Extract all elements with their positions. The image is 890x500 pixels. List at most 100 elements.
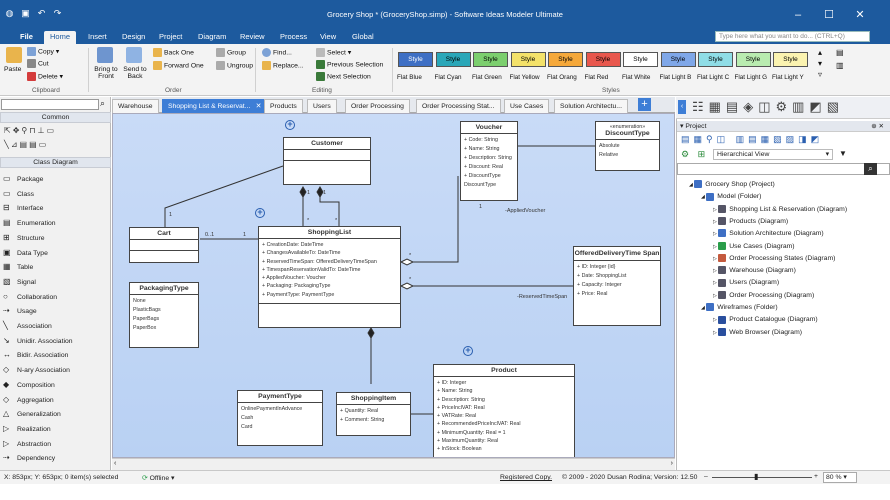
toolbox-item[interactable]: ◇ N-ary Association (3, 363, 70, 376)
class-customer[interactable]: Customer (283, 137, 371, 185)
add-element-icon[interactable]: + (463, 346, 473, 356)
toolbox-item[interactable]: ▤ Enumeration (3, 216, 56, 229)
registered-link[interactable]: Registered Copy. (500, 474, 552, 481)
delete-button[interactable]: Delete ▾ (27, 72, 63, 81)
replace-button[interactable]: Replace... (262, 61, 304, 70)
toolbox-item[interactable]: ▭ Class (3, 187, 34, 200)
toolbox-search-input[interactable] (1, 99, 99, 110)
menu-home[interactable]: Home (44, 31, 77, 44)
diagram-canvas[interactable]: + + + Customer Cart Voucher + Code: Stri… (112, 113, 675, 458)
project-toolbar[interactable]: ▤▦⚲◫ ▥▤▦▧▨◨◩ (681, 134, 823, 145)
filter-icon[interactable]: ▼ (839, 149, 847, 158)
gallery-up-icon[interactable]: ▴ (818, 48, 822, 57)
tab-shopping-list[interactable]: Shopping List & Reservat... ✕ (162, 99, 266, 113)
toolbox-item[interactable]: ◇ Aggregation (3, 393, 54, 406)
offline-indicator[interactable]: ⟳ Offline ▾ (142, 474, 174, 482)
toolbox-item[interactable]: ↔ Bidir. Association (3, 348, 68, 361)
class-voucher[interactable]: Voucher + Code: String + Name: String + De… (460, 121, 518, 201)
copy-button[interactable]: Copy ▾ (27, 47, 59, 56)
class-paymenttype[interactable]: PaymentType OnlinePaymentInAdvance Cash Ca… (237, 390, 323, 446)
search-icon[interactable]: ⌕ (864, 163, 877, 175)
toolbox-class-header[interactable]: Class Diagram (0, 157, 111, 168)
zoom-select[interactable]: 80 % ▾ (823, 472, 857, 483)
cut-button[interactable]: Cut (27, 59, 49, 68)
style-swatch[interactable]: Style (548, 52, 583, 67)
menu-view[interactable]: View (314, 31, 342, 44)
tab-warehouse[interactable]: Warehouse (112, 99, 159, 113)
menu-diagram[interactable]: Diagram (192, 31, 232, 44)
tab-use-cases[interactable]: Use Cases (504, 99, 550, 113)
select-button[interactable]: Select ▾ (316, 48, 351, 57)
tab-solution-architecture[interactable]: Solution Architectu... (554, 99, 628, 113)
class-discounttype[interactable]: «enumeration» DiscountType Absolute Relati… (595, 121, 660, 171)
panel-pin-icon[interactable]: ⊕ ✕ (871, 122, 884, 130)
scroll-left-icon[interactable]: ‹ (114, 460, 116, 467)
toolbox-item[interactable]: ▷ Realization (3, 422, 51, 435)
project-search-input[interactable] (677, 163, 890, 175)
panel-switch-icons[interactable]: ☷▦▤◈◫⚙▥◩▧ (692, 99, 844, 115)
tree-node[interactable]: ▷ Warehouse (Diagram) (713, 265, 796, 276)
add-element-icon[interactable]: + (255, 208, 265, 218)
toolbox-item[interactable]: ⊟ Interface (3, 201, 43, 214)
toolbox-item[interactable]: ↘ Unidir. Association (3, 334, 73, 347)
scroll-right-icon[interactable]: › (671, 460, 673, 467)
horizontal-scrollbar[interactable]: ‹ › (112, 458, 675, 470)
style-swatch[interactable]: Style (773, 52, 808, 67)
toolbox-item[interactable]: ⇢ Usage (3, 304, 37, 317)
style-manager-icon[interactable]: ▥ (836, 61, 844, 70)
zoom-out-icon[interactable]: – (704, 473, 708, 480)
menu-project[interactable]: Project (153, 31, 188, 44)
add-tab-icon[interactable]: + (638, 98, 651, 111)
common-tools-row[interactable]: ╲⊿▤▤▭ (4, 140, 48, 149)
maximize-icon[interactable]: ☐ (815, 6, 843, 24)
toolbox-item[interactable]: ○ Collaboration (3, 290, 57, 303)
zoom-in-icon[interactable]: + (814, 473, 818, 480)
group-button[interactable]: Group (216, 48, 246, 57)
tree-node[interactable]: ◢ Model (Folder) (701, 191, 761, 202)
menu-design[interactable]: Design (116, 31, 151, 44)
tree-node[interactable]: ▷ Order Processing States (Diagram) (713, 253, 835, 264)
common-tools-row[interactable]: ⇱✥⚲⊓⊥▭ (4, 126, 56, 135)
tree-node[interactable]: ▷ Solution Architecture (Diagram) (713, 228, 824, 239)
next-selection-button[interactable]: Next Selection (316, 72, 371, 81)
toolbox-item[interactable]: ▷ Abstraction (3, 437, 51, 450)
menu-global[interactable]: Global (346, 31, 380, 44)
tree-node[interactable]: ▷ Use Cases (Diagram) (713, 241, 795, 252)
forward-one-button[interactable]: Forward One (153, 61, 204, 70)
menu-file[interactable]: File (14, 31, 39, 44)
tree-node[interactable]: ▷ Web Browser (Diagram) (713, 327, 802, 338)
collapse-panel-icon[interactable]: ‹ (678, 100, 686, 114)
zoom-slider[interactable] (712, 477, 812, 478)
view-mode-select[interactable]: Hierarchical View ▾ (713, 149, 833, 160)
tree-node[interactable]: ▷ Shopping List & Reservation (Diagram) (713, 204, 847, 215)
menu-process[interactable]: Process (274, 31, 313, 44)
class-offereddeliverytimespan[interactable]: OfferedDeliveryTime Span + ID: Integer {… (573, 246, 661, 326)
paste-button[interactable]: Paste (4, 66, 21, 73)
add-element-icon[interactable]: + (285, 120, 295, 130)
close-icon[interactable]: ✕ (846, 6, 874, 24)
ungroup-button[interactable]: Ungroup (216, 61, 253, 70)
format-painter-icon[interactable]: ▤ (836, 48, 844, 57)
toolbox-item[interactable]: ╲ Association (3, 319, 52, 332)
tab-order-processing[interactable]: Order Processing (345, 99, 410, 113)
class-product[interactable]: Product + ID: Integer + Name: String + Des… (433, 364, 575, 457)
style-swatch[interactable]: Style (623, 52, 658, 67)
send-to-back-button[interactable]: Send to Back (121, 66, 149, 80)
class-packagingtype[interactable]: PackagingType None PlasticBags PaperBags Pa… (129, 282, 199, 348)
gallery-expand-icon[interactable]: ▿ (818, 70, 822, 79)
previous-selection-button[interactable]: Previous Selection (316, 60, 383, 69)
back-one-button[interactable]: Back One (153, 48, 194, 57)
style-swatch[interactable]: Style (660, 52, 696, 67)
command-search-input[interactable]: Type here what you want to do... (CTRL+Q… (715, 31, 870, 42)
menu-review[interactable]: Review (234, 31, 271, 44)
style-swatch[interactable]: Style (735, 52, 771, 67)
toolbox-item[interactable]: ⊞ Structure (3, 231, 45, 244)
tree-node[interactable]: ▷ Products (Diagram) (713, 216, 788, 227)
style-swatch[interactable]: Style (435, 52, 471, 67)
bring-to-front-button[interactable]: Bring to Front (92, 66, 120, 80)
style-swatch[interactable]: Style (473, 52, 508, 67)
style-swatch[interactable]: Style (398, 52, 433, 67)
zoom-thumb[interactable]: ▮ (754, 472, 758, 481)
tree-node[interactable]: ▷ Order Processing (Diagram) (713, 290, 814, 301)
tree-node[interactable]: ◢ Grocery Shop (Project) (689, 179, 775, 190)
